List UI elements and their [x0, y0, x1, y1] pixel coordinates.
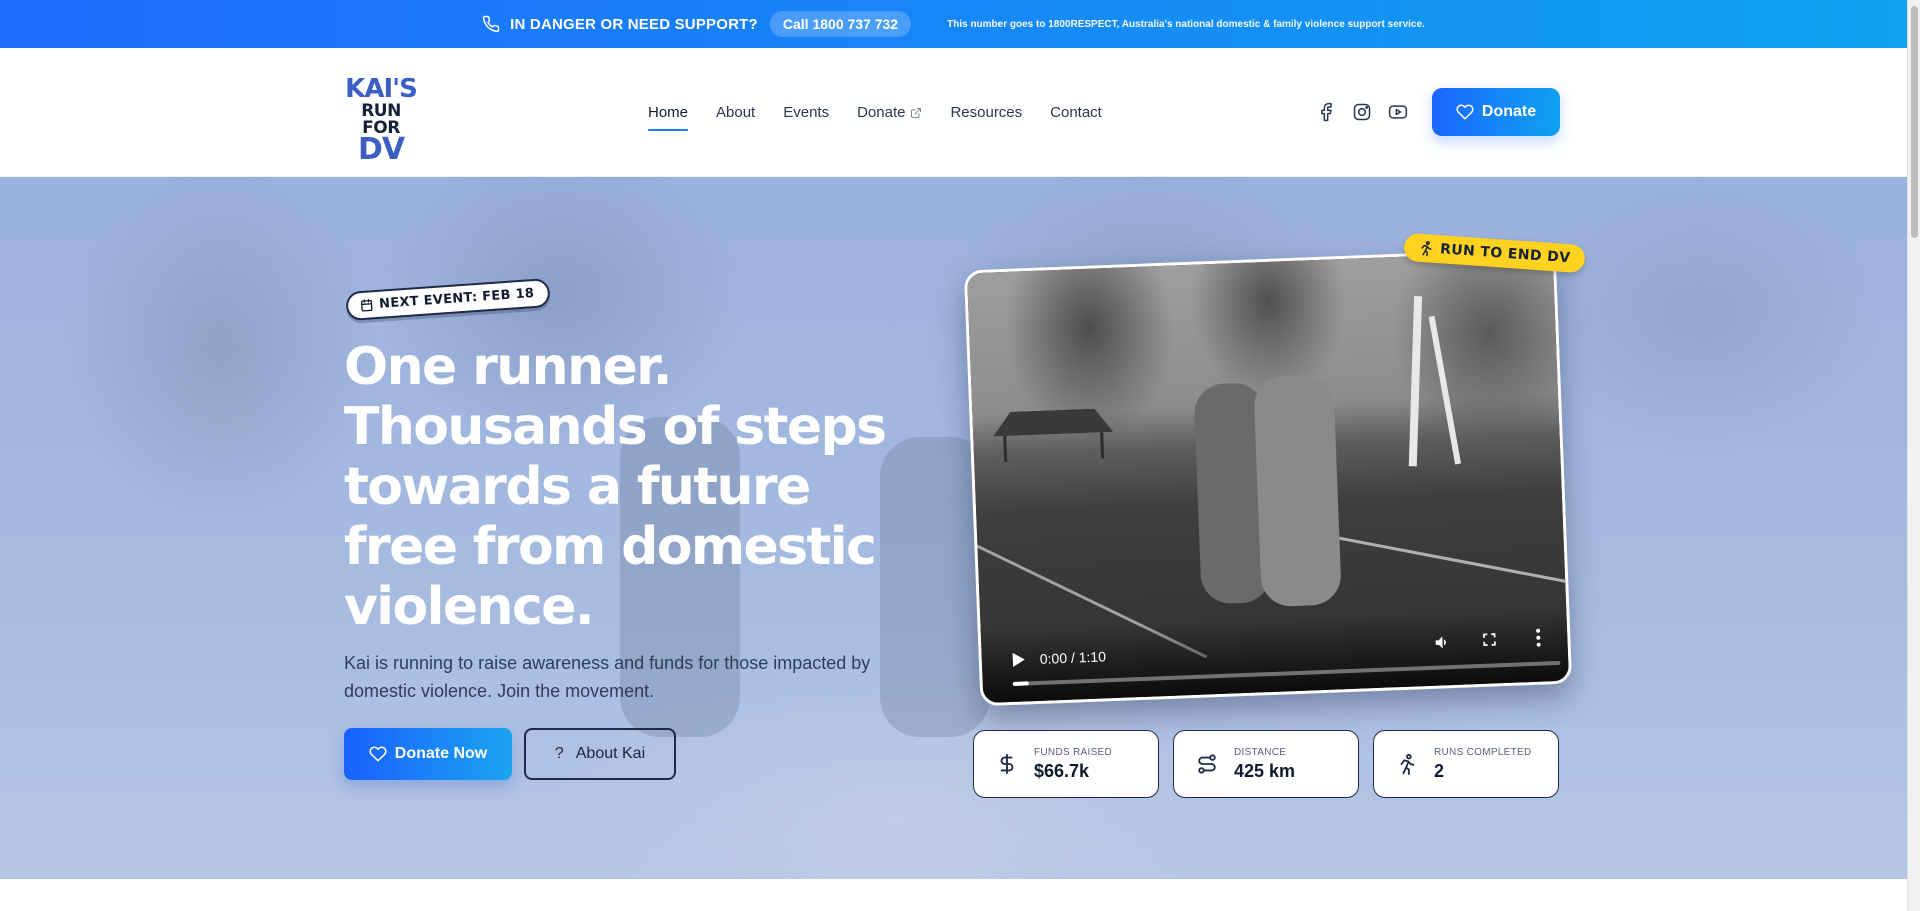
- question-icon: ?: [554, 745, 564, 762]
- stat-label: RUNS COMPLETED: [1434, 746, 1532, 758]
- next-section: [0, 879, 1907, 911]
- header-donate-label: Donate: [1481, 103, 1537, 120]
- stat-funds-raised: FUNDS RAISED $66.7k: [973, 730, 1159, 798]
- runner-icon: [1396, 753, 1418, 775]
- hero-section: NEXT EVENT: FEB 18 One runner. Thousands…: [0, 177, 1907, 879]
- nav-about[interactable]: About: [716, 104, 755, 131]
- video-runner-figure: [1253, 374, 1342, 608]
- stat-value: 2: [1434, 760, 1445, 781]
- about-kai-button[interactable]: ? About Kai: [524, 728, 676, 780]
- facebook-icon[interactable]: [1316, 102, 1336, 122]
- hero-video[interactable]: 0:00 / 1:10: [963, 247, 1573, 707]
- stat-text: RUNS COMPLETED 2: [1434, 747, 1532, 782]
- donate-now-button[interactable]: Donate Now: [344, 728, 512, 780]
- video-pavilion-base: [1003, 432, 1105, 463]
- calendar-icon: [360, 298, 374, 312]
- nav-resources[interactable]: Resources: [950, 104, 1022, 131]
- main-nav: Home About Events Donate Resources Conta…: [648, 104, 1102, 131]
- stat-runs-completed: RUNS COMPLETED 2: [1373, 730, 1559, 798]
- youtube-icon[interactable]: [1388, 102, 1408, 122]
- stat-value: $66.7k: [1034, 760, 1090, 781]
- next-event-label: NEXT EVENT: FEB 18: [378, 286, 535, 312]
- stat-text: FUNDS RAISED $66.7k: [1034, 747, 1112, 782]
- stat-label: DISTANCE: [1234, 746, 1287, 758]
- video-tree-trunk: [1428, 315, 1462, 465]
- stat-label: FUNDS RAISED: [1034, 746, 1113, 758]
- external-link-icon: [910, 107, 922, 119]
- video-tree-trunk: [1408, 296, 1423, 467]
- play-icon[interactable]: [1012, 651, 1027, 668]
- support-note: This number goes to 1800RESPECT, Austral…: [947, 18, 1425, 30]
- video-time: 0:00 / 1:10: [1039, 648, 1107, 667]
- phone-icon: [482, 15, 500, 33]
- about-kai-label: About Kai: [575, 745, 646, 762]
- fullscreen-icon[interactable]: [1481, 631, 1498, 648]
- video-progress-fill: [1012, 681, 1030, 686]
- heart-hand-icon: [1456, 103, 1474, 121]
- stat-text: DISTANCE 425 km: [1234, 747, 1295, 782]
- support-heading: IN DANGER OR NEED SUPPORT?: [510, 15, 758, 33]
- stat-distance: DISTANCE 425 km: [1173, 730, 1359, 798]
- instagram-icon[interactable]: [1352, 102, 1372, 122]
- nav-contact[interactable]: Contact: [1050, 104, 1102, 131]
- runner-icon: [1418, 240, 1435, 257]
- logo-line-3: DV: [357, 132, 405, 167]
- nav-home[interactable]: Home: [648, 104, 689, 131]
- scrollbar-thumb[interactable]: [1911, 6, 1918, 238]
- stat-value: 425 km: [1234, 760, 1296, 781]
- logo-line-1: KAI'S: [345, 74, 418, 104]
- nav-events[interactable]: Events: [783, 104, 829, 131]
- support-bar: IN DANGER OR NEED SUPPORT? Call 1800 737…: [0, 0, 1907, 48]
- run-badge-label: RUN TO END DV: [1439, 241, 1571, 267]
- heart-hand-icon: [369, 745, 387, 763]
- call-hotline-button[interactable]: Call 1800 737 732: [769, 11, 912, 37]
- social-links: [1316, 102, 1408, 122]
- nav-donate[interactable]: Donate: [857, 104, 922, 131]
- hero-subtext: Kai is running to raise awareness and fu…: [344, 653, 871, 701]
- more-options-icon[interactable]: [1535, 628, 1542, 648]
- header-donate-button[interactable]: Donate: [1432, 88, 1560, 136]
- route-icon: [1196, 753, 1218, 775]
- dollar-icon: [996, 753, 1018, 775]
- nav-donate-label: Donate: [857, 104, 906, 121]
- volume-icon[interactable]: [1433, 633, 1452, 652]
- page-scrollbar[interactable]: [1907, 0, 1920, 911]
- donate-now-label: Donate Now: [394, 745, 488, 762]
- hero-headline: One runner. Thousands of steps towards a…: [344, 337, 887, 637]
- site-logo[interactable]: KAI'S RUN FOR DV: [344, 74, 418, 165]
